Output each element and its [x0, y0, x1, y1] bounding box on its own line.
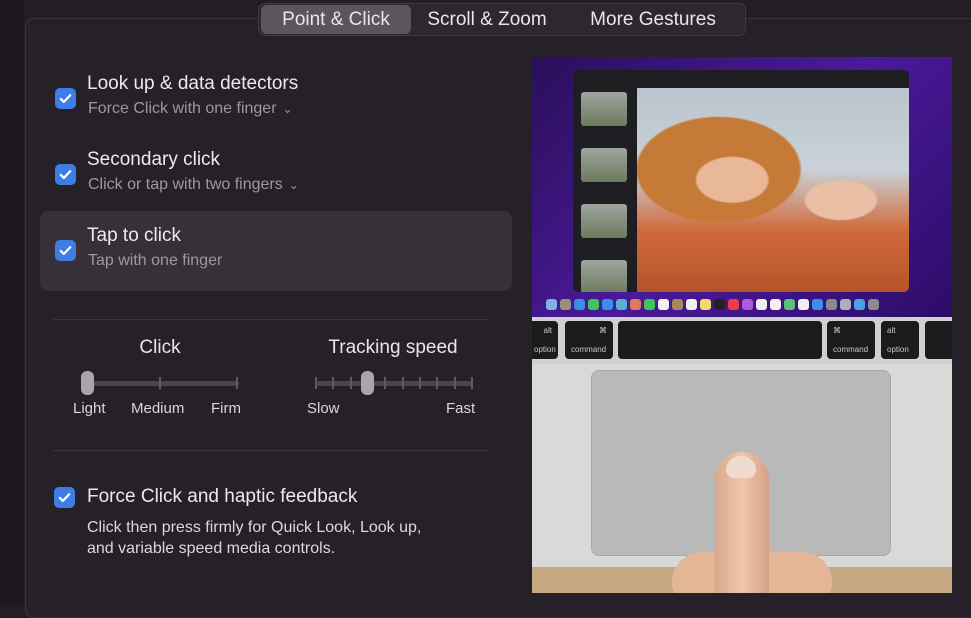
slider-tick: [471, 377, 473, 389]
chevron-down-icon: ⌄: [282, 102, 293, 116]
click-firm-label: Firm: [211, 400, 241, 417]
dock-app-icon: [658, 299, 669, 310]
divider: [53, 319, 488, 320]
secondary-click-checkbox[interactable]: [55, 164, 76, 185]
dock-app-icon: [630, 299, 641, 310]
dock-app-icon: [672, 299, 683, 310]
slider-tick: [332, 377, 335, 389]
slider-tick: [419, 377, 421, 389]
secondary-click-dropdown[interactable]: Click or tap with two fingers ⌄: [88, 176, 299, 194]
checkmark-icon: [59, 94, 72, 104]
preview-photos-window: [573, 70, 909, 292]
dock-app-icon: [756, 299, 767, 310]
dock-app-icon: [700, 299, 711, 310]
dock-app-icon: [616, 299, 627, 310]
dock-app-icon: [854, 299, 865, 310]
preview-screen: [532, 57, 952, 317]
key-label: ⌘: [833, 326, 841, 335]
key-label: alt: [543, 326, 552, 335]
tap-to-click-checkbox[interactable]: [55, 240, 76, 261]
checkmark-icon: [59, 246, 72, 256]
look-up-dropdown[interactable]: Force Click with one finger ⌄: [88, 100, 293, 118]
checkmark-icon: [58, 493, 71, 503]
preview-finger: [715, 452, 769, 593]
slider-tick: [159, 377, 161, 389]
dock-app-icon: [574, 299, 585, 310]
tracking-slow-label: Slow: [307, 400, 340, 417]
option-look-up: Look up & data detectors Force Click wit…: [40, 59, 512, 139]
tab-scroll-zoom[interactable]: Scroll & Zoom: [411, 5, 563, 34]
option-subtitle: Force Click with one finger: [88, 100, 277, 117]
option-subtitle: Click or tap with two fingers: [88, 176, 283, 193]
slider-tick: [384, 377, 387, 389]
key-label: option: [887, 345, 909, 354]
tab-point-click[interactable]: Point & Click: [261, 5, 411, 34]
dock-app-icon: [728, 299, 739, 310]
click-slider-thumb[interactable]: [81, 371, 94, 395]
slider-tick: [436, 377, 439, 389]
force-click-description: Click then press firmly for Quick Look, …: [87, 517, 421, 559]
dock-app-icon: [798, 299, 809, 310]
dock-app-icon: [560, 299, 571, 310]
dock-app-icon: [770, 299, 781, 310]
click-light-label: Light: [73, 400, 106, 417]
dock-app-icon: [742, 299, 753, 310]
key-label: ⌘: [599, 326, 607, 335]
tab-bar: Point & Click Scroll & Zoom More Gesture…: [258, 3, 746, 36]
dock-app-icon: [826, 299, 837, 310]
preview-photo: [637, 88, 909, 292]
slider-tick: [236, 377, 238, 389]
slider-tick: [453, 377, 456, 389]
key-label: command: [833, 345, 869, 354]
dock-app-icon: [602, 299, 613, 310]
tracking-speed-label: Tracking speed: [328, 337, 458, 358]
dock-app-icon: [784, 299, 795, 310]
gesture-preview-video: alt option ⌘ command ⌘ command alt option: [532, 57, 952, 593]
option-subtitle: Tap with one finger: [88, 252, 223, 269]
option-title: Tap to click: [87, 225, 181, 246]
key-label: alt: [887, 326, 896, 335]
option-secondary-click: Secondary click Click or tap with two fi…: [40, 135, 512, 215]
key-label: command: [571, 345, 607, 354]
tracking-speed-slider[interactable]: [315, 371, 473, 395]
option-tap-to-click: Tap to click Tap with one finger: [40, 211, 512, 291]
dock-app-icon: [546, 299, 557, 310]
tab-more-gestures[interactable]: More Gestures: [563, 5, 743, 34]
key-label: option: [534, 345, 556, 354]
click-medium-label: Medium: [131, 400, 185, 417]
dock-app-icon: [686, 299, 697, 310]
slider-tick: [401, 377, 404, 389]
dock-app-icon: [714, 299, 725, 310]
click-slider[interactable]: [81, 371, 239, 395]
dock-app-icon: [868, 299, 879, 310]
slider-tick: [315, 377, 317, 389]
click-slider-label: Click: [139, 337, 181, 358]
preview-keyboard: alt option ⌘ command ⌘ command alt option: [532, 317, 952, 364]
description-line: Click then press firmly for Quick Look, …: [87, 519, 422, 536]
dock-app-icon: [812, 299, 823, 310]
dock-app-icon: [644, 299, 655, 310]
window-edge: [0, 0, 24, 604]
checkmark-icon: [59, 170, 72, 180]
dock-app-icon: [840, 299, 851, 310]
chevron-down-icon: ⌄: [288, 178, 299, 192]
tracking-speed-thumb[interactable]: [361, 371, 375, 395]
dock-app-icon: [588, 299, 599, 310]
look-up-checkbox[interactable]: [55, 88, 76, 109]
preview-dock: [546, 299, 879, 310]
divider: [53, 450, 488, 451]
force-click-title: Force Click and haptic feedback: [87, 486, 358, 507]
tracking-fast-label: Fast: [446, 400, 476, 417]
description-line: and variable speed media controls.: [87, 540, 336, 557]
slider-tick: [349, 377, 352, 389]
force-click-checkbox[interactable]: [54, 487, 75, 508]
option-title: Look up & data detectors: [87, 73, 299, 94]
option-title: Secondary click: [87, 149, 221, 170]
